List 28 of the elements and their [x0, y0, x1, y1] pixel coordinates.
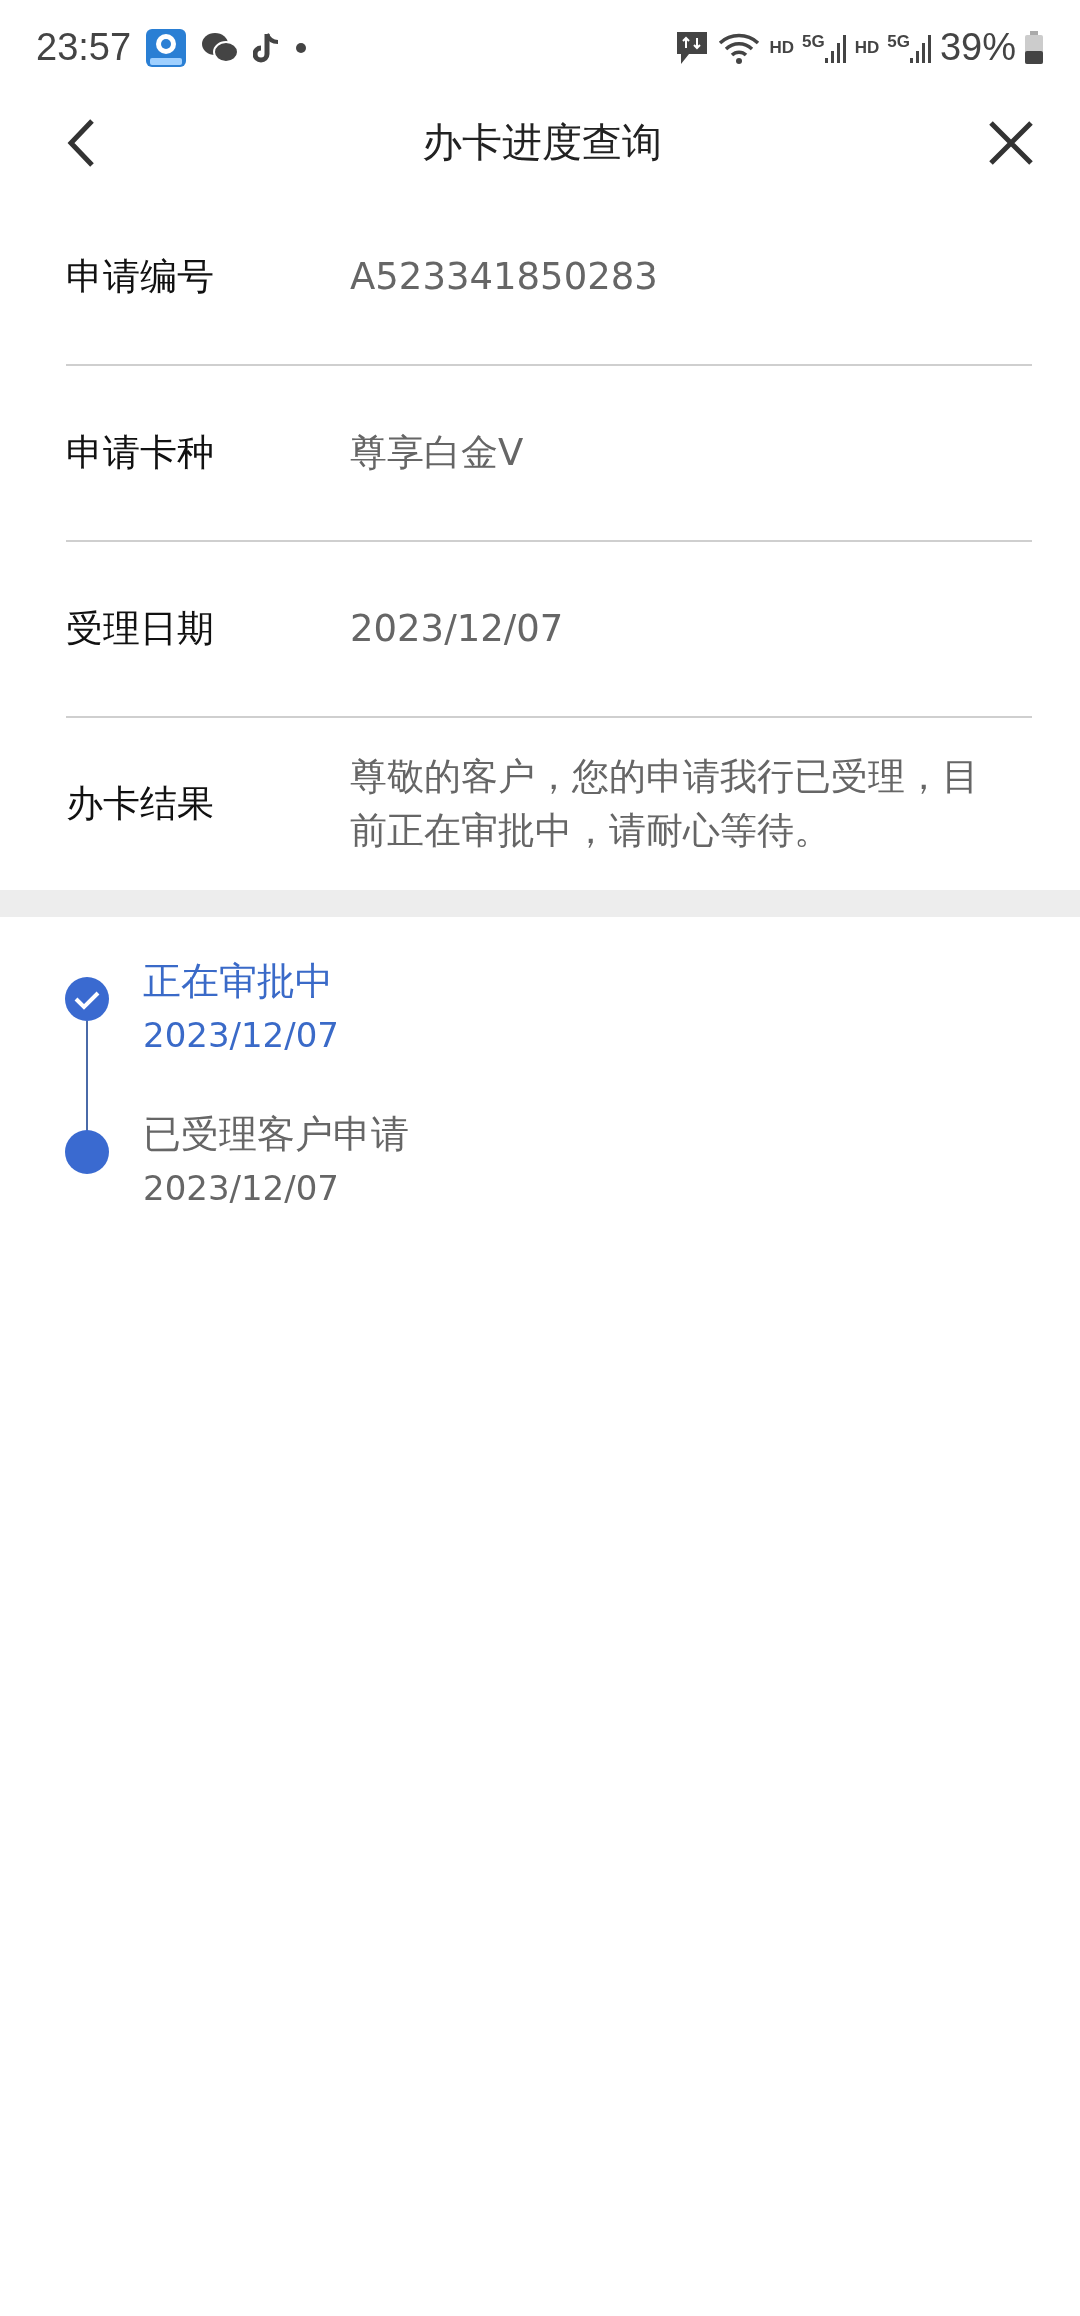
page-title: 办卡进度查询: [421, 118, 663, 167]
clock: 23:57: [36, 26, 132, 69]
network-label: 5G: [802, 31, 825, 52]
back-icon: [66, 117, 96, 168]
step-date: 2023/12/07: [143, 1167, 340, 1211]
field-value: 尊享白金V: [350, 430, 525, 477]
field-label: 办卡结果: [66, 781, 215, 827]
step-title: 已受理客户申请: [143, 1111, 409, 1158]
back-button[interactable]: [66, 117, 96, 168]
field-label: 受理日期: [66, 606, 215, 652]
step-date: 2023/12/07: [143, 1014, 339, 1058]
dot-icon: [295, 41, 308, 54]
app-logo-icon: [145, 27, 188, 68]
close-icon: [988, 119, 1034, 166]
field-value: A523341850283: [350, 254, 659, 301]
battery-icon: [1024, 30, 1044, 65]
field-value: 尊敬的客户，您的申请我行已受理，目前正在审批中，请耐心等待。: [350, 754, 980, 854]
chat-app-icon: [201, 31, 240, 64]
network-label: 5G: [887, 31, 910, 52]
network-label: HD: [769, 37, 794, 58]
step-title: 正在审批中: [143, 958, 334, 1005]
battery-percent: 39%: [939, 26, 1016, 69]
network-label: HD: [854, 37, 880, 58]
field-value: 2023/12/07: [350, 606, 565, 653]
field-label: 申请编号: [66, 254, 215, 300]
message-icon: [675, 29, 710, 66]
close-button[interactable]: [988, 119, 1034, 166]
field-label: 申请卡种: [66, 430, 215, 476]
